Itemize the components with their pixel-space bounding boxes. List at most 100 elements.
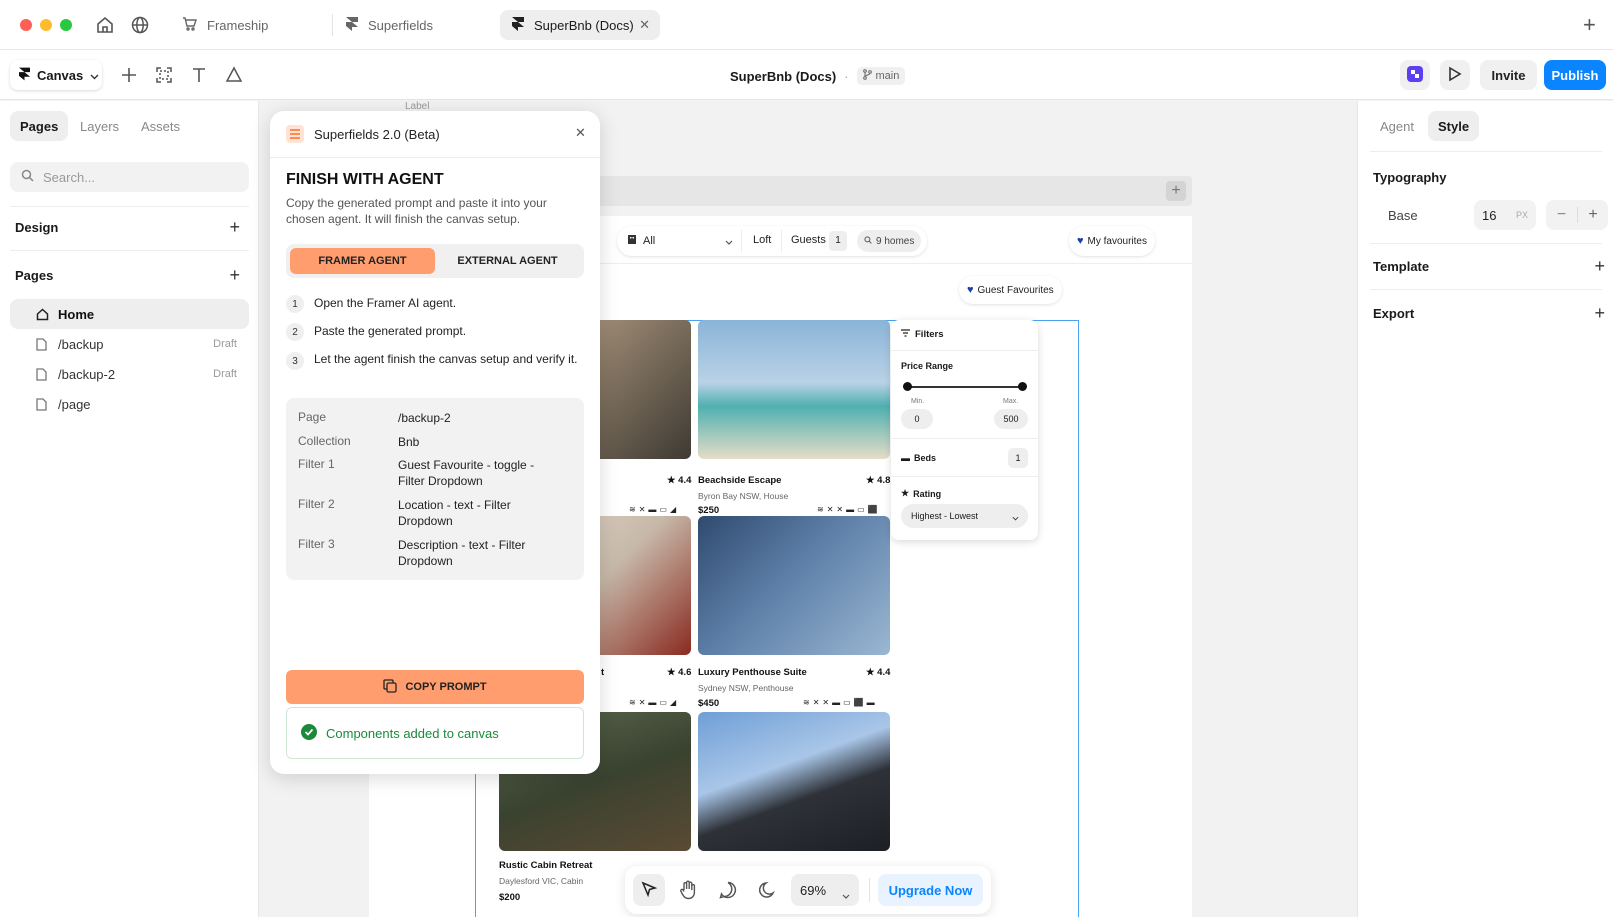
left-sidebar: Pages Layers Assets Search... Design + P… <box>0 101 259 917</box>
tab-assets[interactable]: Assets <box>131 111 190 141</box>
tab-label: SuperBnb (Docs) <box>534 17 634 33</box>
tab-layers[interactable]: Layers <box>70 111 129 141</box>
rating-sort-value: Highest - Lowest <box>911 511 979 521</box>
increment-button[interactable]: + <box>1578 206 1608 224</box>
tab-superbnb-docs[interactable]: SuperBnb (Docs) ✕ <box>500 10 660 40</box>
tab-style[interactable]: Style <box>1428 111 1480 141</box>
loft-filter[interactable]: Loft <box>753 234 771 246</box>
listing-title: Luxury Penthouse Suite <box>698 667 807 678</box>
base-size-unit: PX <box>1515 210 1528 220</box>
listing-image[interactable] <box>698 712 890 851</box>
beds-value[interactable]: 1 <box>1008 448 1028 468</box>
page-item-home[interactable]: Home <box>10 299 249 329</box>
project-title[interactable]: SuperBnb (Docs) <box>730 69 836 84</box>
canvas-mode-dropdown[interactable]: Canvas <box>10 60 102 90</box>
search-input[interactable]: Search... <box>10 162 249 192</box>
listing-price: $200 <box>499 892 521 903</box>
comment-icon[interactable] <box>719 881 737 902</box>
rating-sort-dropdown[interactable]: Highest - Lowest <box>901 504 1028 528</box>
plugin-heading: FINISH WITH AGENT <box>286 171 444 188</box>
base-label: Base <box>1388 208 1418 223</box>
price-min-input[interactable]: 0 <box>901 409 933 429</box>
plugin-description: Copy the generated prompt and paste it i… <box>286 196 547 226</box>
rating-label: ★ Rating <box>901 488 942 499</box>
add-export-icon[interactable]: + <box>1594 304 1605 322</box>
heart-icon: ♥ <box>967 284 974 296</box>
page-item-page[interactable]: /page <box>10 389 249 419</box>
tab-pages[interactable]: Pages <box>10 111 69 141</box>
listing-image[interactable] <box>698 516 890 655</box>
decrement-button[interactable]: − <box>1546 206 1577 224</box>
home-icon[interactable] <box>95 15 115 38</box>
add-design-icon[interactable]: + <box>229 218 240 236</box>
page-item-backup-2[interactable]: /backup-2 Draft <box>10 359 249 389</box>
copy-prompt-button[interactable]: COPY PROMPT <box>286 670 584 704</box>
vector-tool-icon[interactable] <box>222 63 246 87</box>
detail-key: Collection <box>298 434 351 448</box>
new-tab-button[interactable]: + <box>1583 12 1596 38</box>
design-section-label: Design <box>15 220 59 235</box>
star-icon: ★ <box>901 488 910 498</box>
draft-badge: Draft <box>213 338 237 350</box>
homes-count-chip[interactable]: 9 homes <box>857 230 922 252</box>
moon-icon[interactable] <box>758 881 777 902</box>
tab-agent[interactable]: Agent <box>1370 111 1424 141</box>
select-tool-button[interactable] <box>633 874 665 906</box>
close-tab-icon[interactable]: ✕ <box>639 17 650 33</box>
add-template-icon[interactable]: + <box>1594 257 1605 275</box>
minimize-window-button[interactable] <box>40 19 52 31</box>
page-icon <box>36 368 47 384</box>
publish-button[interactable]: Publish <box>1544 60 1606 90</box>
plugin-logo-icon <box>1406 65 1424 86</box>
close-icon[interactable]: ✕ <box>575 125 586 141</box>
filters-title: Filters <box>901 329 944 340</box>
price-max-handle[interactable] <box>1018 382 1027 391</box>
listing-price: $250 <box>698 505 720 516</box>
globe-icon[interactable] <box>130 15 150 38</box>
guest-favourites-toggle[interactable]: ♥ Guest Favourites <box>959 276 1062 304</box>
export-label: Export <box>1373 306 1415 321</box>
min-label: Min. <box>911 398 925 405</box>
guests-count[interactable]: 1 <box>829 231 847 251</box>
main-toolbar: Canvas SuperBnb (Docs) · main Invite Pub… <box>0 50 1613 100</box>
text-tool-icon[interactable] <box>187 63 211 87</box>
add-page-icon[interactable]: + <box>229 266 240 284</box>
tab-superfields[interactable]: Superfields <box>334 10 484 40</box>
copy-prompt-label: COPY PROMPT <box>405 681 487 693</box>
price-min-handle[interactable] <box>903 382 912 391</box>
listing-image[interactable] <box>698 320 890 459</box>
ai-plugin-button[interactable] <box>1400 60 1430 90</box>
chevron-down-icon <box>842 887 850 902</box>
hand-icon[interactable] <box>679 880 697 903</box>
detail-key: Filter 1 <box>298 457 335 471</box>
listing-title: Beachside Escape <box>698 475 782 486</box>
detail-value: /backup-2 <box>398 411 451 425</box>
tab-label: Superfields <box>368 17 434 33</box>
search-icon <box>21 169 34 185</box>
step-number: 3 <box>286 352 304 370</box>
guests-label[interactable]: Guests <box>791 234 826 246</box>
insert-icon[interactable] <box>117 63 141 87</box>
upgrade-now-button[interactable]: Upgrade Now <box>878 874 983 906</box>
close-window-button[interactable] <box>20 19 32 31</box>
branch-badge[interactable]: main <box>856 67 906 85</box>
step-number: 2 <box>286 323 304 341</box>
canvas-mode-label: Canvas <box>37 67 84 83</box>
tab-framer-agent[interactable]: FRAMER AGENT <box>290 248 435 274</box>
heart-icon: ♥ <box>1077 235 1084 247</box>
tab-external-agent[interactable]: EXTERNAL AGENT <box>435 248 580 274</box>
category-dropdown[interactable]: All <box>627 234 655 247</box>
add-component-icon[interactable]: + <box>1166 181 1186 201</box>
invite-button[interactable]: Invite <box>1480 60 1537 90</box>
price-max-input[interactable]: 500 <box>994 409 1028 429</box>
frame-tool-icon[interactable] <box>152 63 176 87</box>
base-size-input[interactable]: 16 PX <box>1474 200 1536 230</box>
page-item-backup[interactable]: /backup Draft <box>10 329 249 359</box>
preview-button[interactable] <box>1440 60 1470 90</box>
tab-frameship[interactable]: Frameship <box>170 10 320 40</box>
maximize-window-button[interactable] <box>60 19 72 31</box>
my-favourites-button[interactable]: ♥ My favourites <box>1069 226 1155 256</box>
listing-location: Daylesford VIC, Cabin <box>499 876 584 886</box>
amenity-icons: ≋✕▬▭◢ <box>629 505 680 514</box>
zoom-dropdown[interactable]: 69% <box>791 874 859 906</box>
